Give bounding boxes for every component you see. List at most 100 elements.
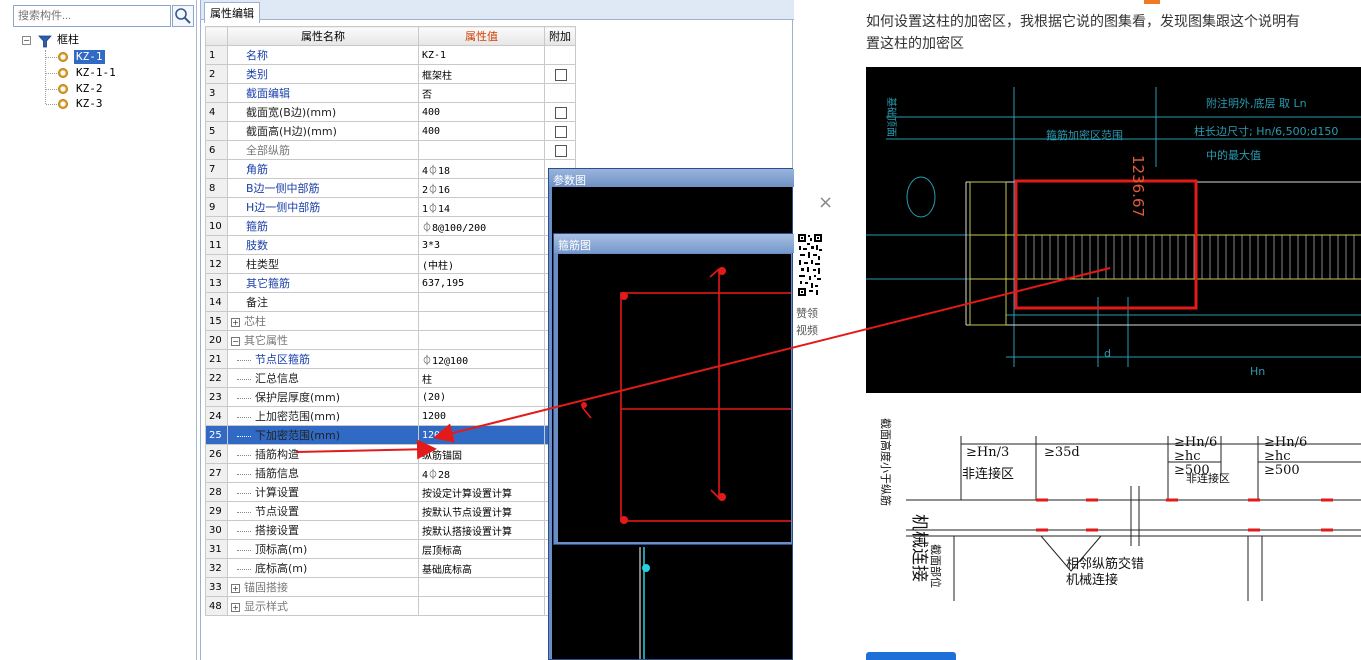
property-value[interactable] (418, 577, 545, 597)
property-name[interactable]: 计算设置 (227, 482, 419, 502)
property-row[interactable]: 8 B边一侧中部筋 2⏀16 (205, 178, 576, 198)
property-value[interactable]: ⏀12@100 (418, 349, 545, 369)
property-row[interactable]: 30 搭接设置 按默认搭接设置计算 (205, 520, 576, 540)
property-row[interactable]: 24 上加密范围(mm) 1200 (205, 406, 576, 426)
property-name[interactable]: 截面编辑 (227, 83, 419, 103)
property-value[interactable]: 400 (418, 102, 545, 122)
property-value[interactable]: (20) (418, 387, 545, 407)
extra-checkbox[interactable] (555, 125, 567, 138)
property-value[interactable] (418, 330, 545, 350)
property-value[interactable]: 1⏀14 (418, 197, 545, 217)
property-row[interactable]: 11 肢数 3*3 (205, 235, 576, 255)
property-row[interactable]: 33 + 锚固搭接 (205, 577, 576, 597)
property-value[interactable]: 400 (418, 121, 545, 141)
property-name[interactable]: 类别 (227, 64, 419, 84)
qr-code-icon[interactable] (796, 232, 824, 296)
property-name[interactable]: 保护层厚度(mm) (227, 387, 419, 407)
property-row[interactable]: 2 类别 框架柱 (205, 64, 576, 84)
property-value[interactable]: 4⏀18 (418, 159, 545, 179)
property-row[interactable]: 31 顶标高(m) 层顶标高 (205, 539, 576, 559)
property-name[interactable]: 底标高(m) (227, 558, 419, 578)
property-row[interactable]: 28 计算设置 按设定计算设置计算 (205, 482, 576, 502)
property-name[interactable]: 顶标高(m) (227, 539, 419, 559)
property-value[interactable] (418, 292, 545, 312)
property-value[interactable]: 按设定计算设置计算 (418, 482, 545, 502)
tree-item-kz-1-1[interactable]: KZ-1-1 (74, 66, 118, 80)
close-icon[interactable]: × (818, 192, 833, 213)
property-name[interactable]: 插筋信息 (227, 463, 419, 483)
property-name[interactable]: 节点设置 (227, 501, 419, 521)
property-row[interactable]: 3 截面编辑 否 (205, 83, 576, 103)
property-name[interactable]: 备注 (227, 292, 419, 312)
collapse-icon[interactable]: − (231, 336, 240, 346)
property-row[interactable]: 27 插筋信息 4⏀28 (205, 463, 576, 483)
property-value[interactable]: 框架柱 (418, 64, 545, 84)
property-row[interactable]: 25 下加密范围(mm) 1200 (205, 425, 576, 445)
property-row[interactable]: 48 + 显示样式 (205, 596, 576, 616)
property-name[interactable]: + 芯柱 (227, 311, 419, 331)
tree-item-kz-1[interactable]: KZ-1 (74, 50, 105, 64)
property-name[interactable]: H边一侧中部筋 (227, 197, 419, 217)
expand-icon[interactable]: + (231, 317, 240, 327)
property-row[interactable]: 22 汇总信息 柱 (205, 368, 576, 388)
property-row[interactable]: 10 箍筋 ⏀8@100/200 (205, 216, 576, 236)
property-name[interactable]: B边一侧中部筋 (227, 178, 419, 198)
property-name[interactable]: 名称 (227, 45, 419, 65)
property-value[interactable]: 纵筋锚固 (418, 444, 545, 464)
property-row[interactable]: 15 + 芯柱 (205, 311, 576, 331)
atlas-detail-image[interactable]: ≥Hn/3 ≥35d ≥Hn/6 ≥hc ≥500 ≥Hn/6 ≥hc ≥500… (876, 416, 1361, 601)
property-value[interactable]: (中柱) (418, 254, 545, 274)
property-row[interactable]: 7 角筋 4⏀18 (205, 159, 576, 179)
property-name[interactable]: + 锚固搭接 (227, 577, 419, 597)
tree-item-kz-2[interactable]: KZ-2 (74, 82, 105, 96)
tab-property-edit[interactable]: 属性编辑 (204, 2, 260, 23)
property-value[interactable]: 2⏀16 (418, 178, 545, 198)
property-row[interactable]: 14 备注 (205, 292, 576, 312)
property-name[interactable]: 上加密范围(mm) (227, 406, 419, 426)
property-name[interactable]: 插筋构造 (227, 444, 419, 464)
answer-button[interactable] (866, 652, 956, 660)
property-value[interactable]: 按默认搭接设置计算 (418, 520, 545, 540)
property-row[interactable]: 23 保护层厚度(mm) (20) (205, 387, 576, 407)
property-value[interactable]: 柱 (418, 368, 545, 388)
stirrup-diagram-window[interactable]: 箍筋图 (553, 233, 794, 545)
property-value[interactable] (418, 140, 545, 160)
property-name[interactable]: 下加密范围(mm) (227, 425, 419, 445)
property-name[interactable]: 汇总信息 (227, 368, 419, 388)
property-name[interactable]: 全部纵筋 (227, 140, 419, 160)
property-value[interactable]: 层顶标高 (418, 539, 545, 559)
property-name[interactable]: 其它箍筋 (227, 273, 419, 293)
expand-icon[interactable]: + (231, 583, 240, 593)
property-row[interactable]: 1 名称 KZ-1 (205, 45, 576, 65)
property-name[interactable]: 肢数 (227, 235, 419, 255)
notification-badge[interactable] (1144, 0, 1160, 4)
property-value[interactable]: 按默认节点设置计算 (418, 501, 545, 521)
property-row[interactable]: 26 插筋构造 纵筋锚固 (205, 444, 576, 464)
property-value[interactable] (418, 311, 545, 331)
property-value[interactable]: KZ-1 (418, 45, 545, 65)
extra-checkbox[interactable] (555, 106, 567, 119)
property-name[interactable]: 角筋 (227, 159, 419, 179)
property-row[interactable]: 32 底标高(m) 基础底标高 (205, 558, 576, 578)
cad-drawing-image[interactable]: 箍筋加密区范围 柱长边尺寸; Hn/6,500;d150 中的最大值 附注明外,… (866, 67, 1361, 393)
property-value[interactable]: 637,195 (418, 273, 545, 293)
property-value[interactable]: 4⏀28 (418, 463, 545, 483)
property-name[interactable]: 截面高(H边)(mm) (227, 121, 419, 141)
property-name[interactable]: 箍筋 (227, 216, 419, 236)
property-name[interactable]: 节点区箍筋 (227, 349, 419, 369)
property-row[interactable]: 20− 其它属性 (205, 330, 576, 350)
property-name[interactable]: 搭接设置 (227, 520, 419, 540)
property-value[interactable]: 否 (418, 83, 545, 103)
property-row[interactable]: 5 截面高(H边)(mm) 400 (205, 121, 576, 141)
search-button[interactable] (172, 5, 194, 27)
tree-root-label[interactable]: 框柱 (55, 33, 81, 47)
property-name[interactable]: − 其它属性 (227, 330, 419, 350)
property-value[interactable]: 1200 (418, 406, 545, 426)
expand-icon[interactable]: + (231, 602, 240, 612)
property-row[interactable]: 4 截面宽(B边)(mm) 400 (205, 102, 576, 122)
property-row[interactable]: 13 其它箍筋 637,195 (205, 273, 576, 293)
property-value[interactable]: 1200 (418, 425, 545, 445)
tree-item-kz-3[interactable]: KZ-3 (74, 97, 105, 111)
extra-checkbox[interactable] (555, 68, 567, 81)
property-value[interactable]: ⏀8@100/200 (418, 216, 545, 236)
